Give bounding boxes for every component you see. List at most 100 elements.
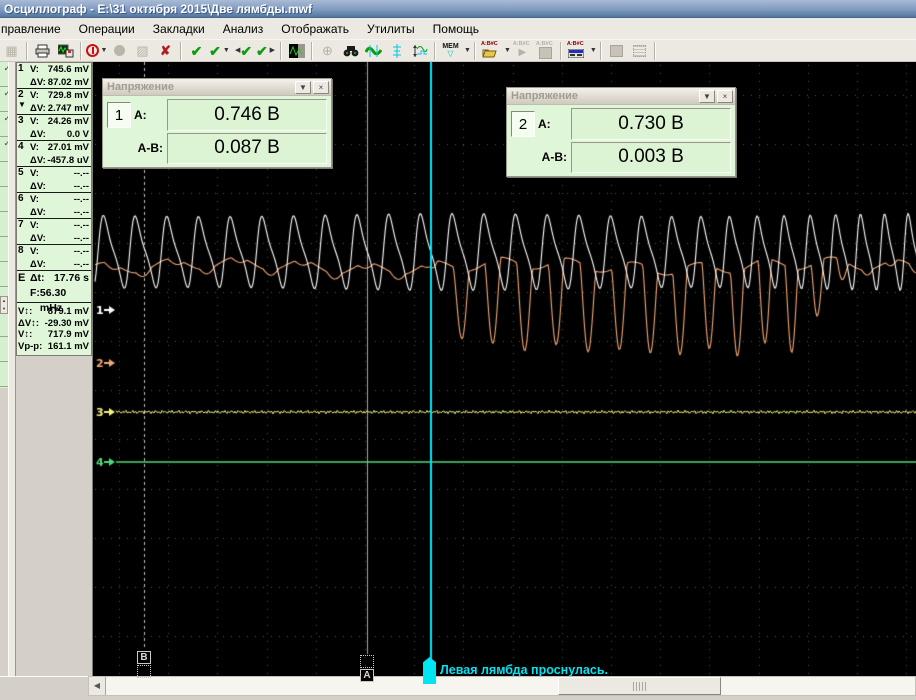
caret-down-icon[interactable]: ▼ — [464, 47, 471, 54]
toolbar-separator — [80, 42, 82, 60]
cursor-b-label[interactable]: B — [137, 651, 151, 664]
popup-titlebar[interactable]: Напряжение ▼ × — [507, 88, 735, 105]
menu-utility[interactable]: Утилиты — [358, 19, 424, 39]
panel-toggle-icon[interactable] — [605, 41, 628, 61]
scrollbar-thumb[interactable] — [558, 677, 721, 695]
toolbar-separator — [654, 42, 656, 60]
menu-upravlenie[interactable]: правление — [0, 19, 70, 39]
note-annotation: Левая лямбда проснулась. — [440, 663, 608, 677]
cursor-a-label[interactable]: A — [360, 669, 374, 682]
toolbar-separator — [26, 42, 28, 60]
clipped-channel-column: ✓ ✓ ✓ ✓ ▲▼ — [0, 62, 8, 388]
popup-ab-label: A-B: — [542, 150, 567, 164]
stop-icon — [539, 47, 552, 59]
channel-row-2: 2▼ V:729.8 mV ΔV:2.747 mV — [17, 89, 91, 115]
wave-markers-icon[interactable] — [362, 41, 385, 61]
capture-icon[interactable]: ▨ — [131, 41, 154, 61]
scale-wave-icon[interactable] — [408, 41, 431, 61]
check-icon[interactable]: ✔ — [185, 41, 208, 61]
voltage-popup-2[interactable]: Напряжение ▼ × 2 A: 0.730 В A-B: 0.003 В — [506, 87, 736, 177]
globe-icon[interactable]: ⊕ — [316, 41, 339, 61]
vertical-ruler-icon[interactable] — [385, 41, 408, 61]
delete-marker-icon[interactable]: ✘ — [154, 41, 177, 61]
play-session-icon[interactable]: A:B#C ▶ — [511, 41, 534, 61]
menu-zakladki[interactable]: Закладки — [144, 19, 214, 39]
search-icon[interactable] — [339, 41, 362, 61]
toolbar-separator — [560, 42, 562, 60]
popup-channel-number: 2 — [511, 111, 535, 137]
popup-collapse-icon[interactable]: ▼ — [295, 81, 311, 94]
channel-row-6: 6 V:--.-- ΔV:--.-- — [17, 193, 91, 219]
menu-bar: правление Операции Закладки Анализ Отобр… — [0, 18, 916, 40]
export-icon[interactable]: ▦ — [0, 41, 23, 61]
scope-save-icon — [58, 44, 74, 58]
menu-pomosch[interactable]: Помощь — [424, 19, 488, 39]
voltage-popup-1[interactable]: Напряжение ▼ × 1 A: 0.746 В A-B: 0.087 В — [102, 78, 332, 168]
memory-icon[interactable]: MEM▽ — [439, 41, 462, 61]
menu-otobrazhat[interactable]: Отображать — [272, 19, 358, 39]
horizontal-scrollbar[interactable]: ◀ — [88, 676, 916, 696]
scroll-left-icon[interactable]: ◀ — [89, 677, 106, 695]
save-signal-icon[interactable] — [54, 41, 77, 61]
menu-analiz[interactable]: Анализ — [214, 19, 273, 39]
play-icon: ▶ — [519, 48, 527, 58]
toolbar-separator — [280, 42, 282, 60]
popup-title: Напряжение — [507, 90, 699, 102]
record-icon[interactable] — [108, 41, 131, 61]
channel-row-3: 3 V:24.26 mV ΔV:0.0 V — [17, 115, 91, 141]
spinner-control[interactable]: ▲▼ — [0, 296, 8, 314]
popup-a-value: 0.746 В — [167, 99, 327, 131]
window-title: Осциллограф - E:\31 октября 2015\Две лям… — [4, 2, 312, 16]
panel-splitter[interactable] — [8, 62, 16, 676]
check-left-icon[interactable]: ◀✔ — [231, 41, 254, 61]
note-flag-icon[interactable] — [423, 657, 436, 684]
cursor-summary: V↕:879.1 mV ΔV↕:-29.30 mV V↕:717.9 mV Vp… — [17, 303, 91, 355]
caret-down-icon[interactable]: ▼ — [590, 47, 597, 54]
window-icon — [568, 49, 584, 58]
popup-a-label: A: — [134, 108, 147, 122]
channel-row-8: 8 V:--.-- ΔV:--.-- — [17, 245, 91, 271]
channel-row-4: 4 V:27.01 mV ΔV:-457.8 uV — [17, 141, 91, 167]
popup-a-value: 0.730 В — [571, 108, 731, 140]
print-icon[interactable] — [31, 41, 54, 61]
oscilloscope-window: Осциллограф - E:\31 октября 2015\Две лям… — [0, 0, 916, 700]
cursor-a-handle[interactable] — [360, 655, 374, 668]
popup-ab-value: 0.087 В — [167, 133, 327, 165]
toolbar-separator — [600, 42, 602, 60]
thumb-grip-icon — [633, 682, 646, 691]
scrollbar-corner — [0, 676, 88, 696]
popup-ab-label: A-B: — [138, 141, 163, 155]
ruler-icon — [390, 44, 404, 58]
stop-session-icon[interactable]: A:B#C — [534, 41, 557, 61]
window-bottom-edge — [0, 696, 916, 700]
check-right-icon[interactable]: ✔▶ — [254, 41, 277, 61]
toolbar-separator — [434, 42, 436, 60]
toolbar-separator — [180, 42, 182, 60]
channel-row-7: 7 V:--.-- ΔV:--.-- — [17, 219, 91, 245]
cursor-b-handle[interactable] — [137, 665, 151, 678]
check-down-icon[interactable]: ✔▼ — [208, 41, 231, 61]
popup-title: Напряжение — [103, 81, 295, 93]
toolbar-separator — [474, 42, 476, 60]
display-mode-icon[interactable] — [285, 41, 308, 61]
caret-down-icon: ▼ — [101, 47, 108, 54]
channel-row-1: 1 V:745.6 mV ΔV:87.02 mV — [17, 63, 91, 89]
popup-close-icon[interactable]: × — [313, 81, 329, 94]
printer-icon — [35, 44, 50, 58]
popup-titlebar[interactable]: Напряжение ▼ × — [103, 79, 331, 96]
open-session-icon[interactable]: A:B#C — [479, 41, 502, 61]
caret-down-icon[interactable]: ▼ — [504, 47, 511, 54]
popup-close-icon[interactable]: × — [717, 90, 733, 103]
screen-wave-icon — [289, 44, 305, 58]
menu-operacii[interactable]: Операции — [70, 19, 144, 39]
folder-open-icon — [482, 49, 498, 58]
wave-scale-icon — [412, 44, 428, 58]
popup-collapse-icon[interactable]: ▼ — [699, 90, 715, 103]
toolbar-separator — [311, 42, 313, 60]
popup-ab-value: 0.003 В — [571, 142, 731, 174]
grid-toggle-icon[interactable] — [628, 41, 651, 61]
power-icon[interactable]: ▼ — [85, 41, 108, 61]
toolbar: ▦ ▼ ▨ ✘ ✔ ✔▼ ◀✔ ✔▶ ⊕ — [0, 40, 916, 62]
session-window-icon[interactable]: A:B#C — [565, 41, 588, 61]
window-titlebar[interactable]: Осциллограф - E:\31 октября 2015\Две лям… — [0, 0, 916, 18]
